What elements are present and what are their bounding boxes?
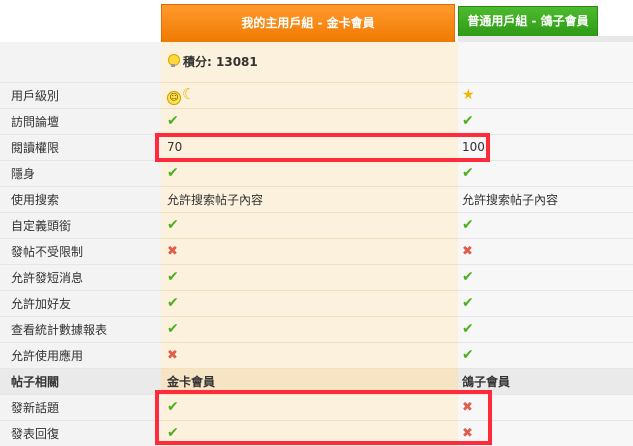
- other-group-cell: ✔: [458, 290, 633, 317]
- table-row: 使用搜索 允許搜索帖子內容 允許搜索帖子內容: [0, 186, 633, 213]
- main-group-cell: ✖: [161, 238, 458, 265]
- row-label: 訪問論壇: [0, 108, 161, 135]
- tab-main-group[interactable]: 我的主用戶組 - 金卡會員: [161, 4, 455, 42]
- tab-other-group[interactable]: 普通用戶組 - 鴿子會員: [458, 6, 598, 36]
- main-group-cell: ☺ ☾: [161, 82, 458, 109]
- permissions-table: 積分: 13081 用戶級別 ☺ ☾ ★ 訪問論壇 ✔ ✔ 閱讀權限 70 100 隱身 ✔ ✔ 使用搜索…: [0, 42, 633, 446]
- cell-text: 鴿子會員: [462, 374, 511, 389]
- table-row: 發帖不受限制 ✖ ✖: [0, 238, 633, 265]
- points-label-cell: [0, 42, 161, 83]
- check-icon: ✔: [167, 425, 179, 441]
- row-label: 發帖不受限制: [0, 238, 161, 265]
- cell-text: 允許搜索帖子內容: [462, 192, 559, 207]
- main-group-cell: ✔: [161, 394, 458, 421]
- other-group-cell: ✔: [458, 264, 633, 291]
- row-label: 閱讀權限: [0, 134, 161, 161]
- table-row: 帖子相關 金卡會員 鴿子會員: [0, 368, 633, 395]
- table-row: 允許加好友 ✔ ✔: [0, 290, 633, 317]
- other-group-cell: ✔: [458, 160, 633, 187]
- main-group-cell: ✔: [161, 108, 458, 135]
- points-value: 13081: [216, 55, 258, 70]
- cross-icon: ✖: [462, 243, 473, 259]
- check-icon: ✔: [167, 321, 179, 337]
- row-label: 查看統計數據報表: [0, 316, 161, 343]
- main-group-cell: 允許搜索帖子內容: [161, 186, 458, 213]
- check-icon: ✔: [462, 295, 474, 311]
- table-row: 允許使用應用 ✖ ✔: [0, 342, 633, 369]
- other-group-cell: ✔: [458, 316, 633, 343]
- main-group-cell: ✖: [161, 342, 458, 369]
- cell-text: 70: [167, 140, 183, 154]
- other-group-cell: 鴿子會員: [458, 368, 633, 395]
- cell-text: 100: [462, 140, 485, 154]
- main-group-cell: ✔: [161, 160, 458, 187]
- row-label: 允許加好友: [0, 290, 161, 317]
- table-row: 發新話題 ✔ ✖: [0, 394, 633, 421]
- table-row: 發表回復 ✔ ✖: [0, 420, 633, 446]
- group-tabs: 我的主用戶組 - 金卡會員 普通用戶組 - 鴿子會員: [0, 0, 633, 42]
- check-icon: ✔: [462, 217, 474, 233]
- other-group-cell: ✖: [458, 420, 633, 446]
- row-label: 用戶級別: [0, 82, 161, 109]
- table-row: 自定義頭銜 ✔ ✔: [0, 212, 633, 239]
- star-icon: ★: [462, 87, 475, 103]
- table-row: 訪問論壇 ✔ ✔: [0, 108, 633, 135]
- check-icon: ✔: [462, 347, 474, 363]
- main-group-cell: ✔: [161, 420, 458, 446]
- row-label: 發新話題: [0, 394, 161, 421]
- other-group-cell: 100: [458, 134, 633, 161]
- other-group-cell: ✖: [458, 394, 633, 421]
- check-icon: ✔: [167, 165, 179, 181]
- check-icon: ✔: [462, 321, 474, 337]
- other-group-cell: ★: [458, 82, 633, 109]
- check-icon: ✔: [462, 269, 474, 285]
- check-icon: ✔: [167, 399, 179, 415]
- row-label: 帖子相關: [0, 368, 161, 395]
- points-cell: 積分: 13081: [161, 42, 458, 83]
- table-row: 隱身 ✔ ✔: [0, 160, 633, 187]
- cross-icon: ✖: [462, 425, 473, 441]
- other-group-cell: ✖: [458, 238, 633, 265]
- row-label: 自定義頭銜: [0, 212, 161, 239]
- lightbulb-icon: [167, 54, 180, 68]
- cross-icon: ✖: [462, 399, 473, 415]
- table-row: 用戶級別 ☺ ☾ ★: [0, 82, 633, 109]
- cross-icon: ✖: [167, 243, 178, 259]
- table-row: 允許發短消息 ✔ ✔: [0, 264, 633, 291]
- check-icon: ✔: [167, 269, 179, 285]
- cell-text: 允許搜索帖子內容: [167, 192, 264, 207]
- cross-icon: ✖: [167, 347, 178, 363]
- cell-text: 金卡會員: [167, 374, 216, 389]
- main-group-cell: ✔: [161, 264, 458, 291]
- table-row: 閱讀權限 70 100: [0, 134, 633, 161]
- table-row: 查看統計數據報表 ✔ ✔: [0, 316, 633, 343]
- points-other-cell: [458, 42, 633, 83]
- other-group-cell: 允許搜索帖子內容: [458, 186, 633, 213]
- points-label: 積分:: [183, 55, 212, 70]
- other-group-cell: ✔: [458, 212, 633, 239]
- check-icon: ✔: [462, 113, 474, 129]
- main-group-cell: ✔: [161, 212, 458, 239]
- main-group-cell: ✔: [161, 316, 458, 343]
- row-label: 使用搜索: [0, 186, 161, 213]
- smiley-icon: ☺: [167, 91, 181, 105]
- main-group-cell: ✔: [161, 290, 458, 317]
- check-icon: ✔: [167, 295, 179, 311]
- moon-icon: ☾: [182, 85, 196, 103]
- check-icon: ✔: [462, 165, 474, 181]
- check-icon: ✔: [167, 113, 179, 129]
- row-label: 允許使用應用: [0, 342, 161, 369]
- points-row: 積分: 13081: [0, 42, 633, 83]
- row-label: 隱身: [0, 160, 161, 187]
- other-group-cell: ✔: [458, 108, 633, 135]
- main-group-cell: 金卡會員: [161, 368, 458, 395]
- check-icon: ✔: [167, 217, 179, 233]
- main-group-cell: 70: [161, 134, 458, 161]
- row-label: 允許發短消息: [0, 264, 161, 291]
- row-label: 發表回復: [0, 420, 161, 446]
- other-group-cell: ✔: [458, 342, 633, 369]
